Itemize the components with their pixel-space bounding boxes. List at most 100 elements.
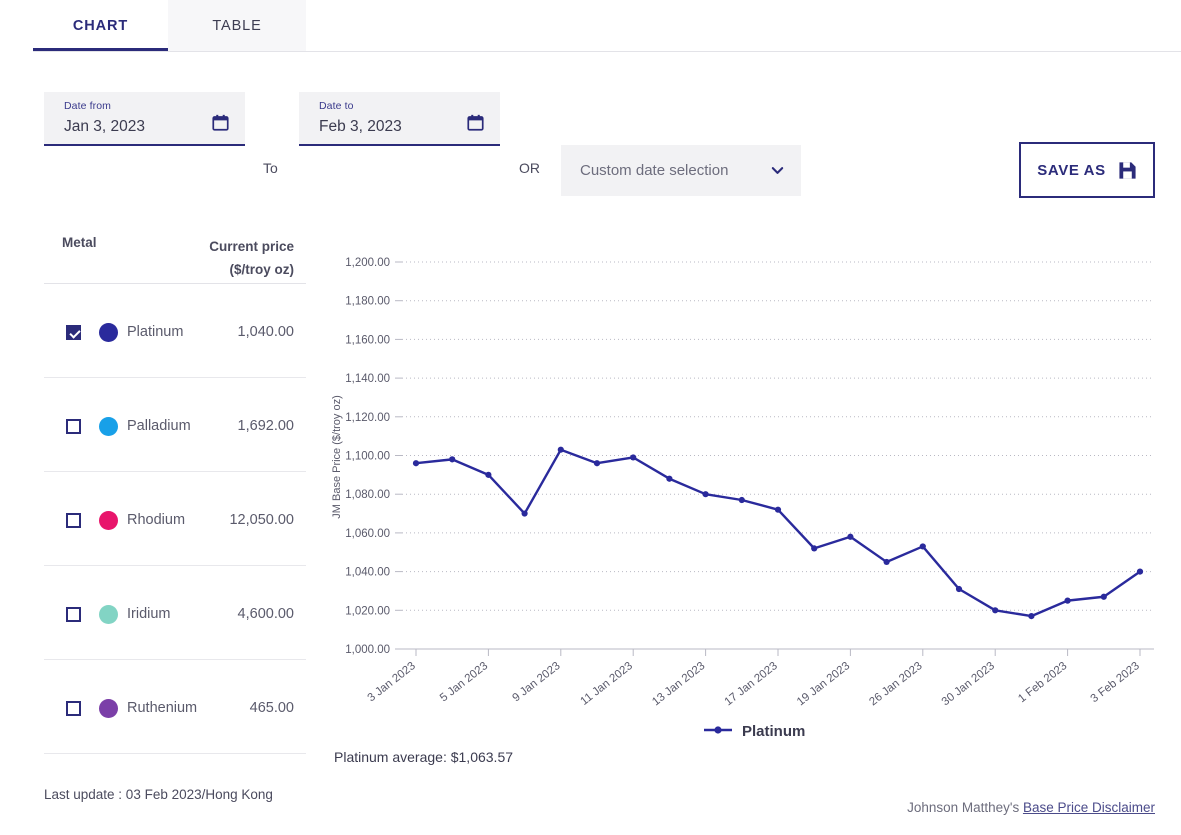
table-row[interactable]: Rhodium 12,050.00: [44, 472, 306, 566]
metal-checkbox-platinum[interactable]: [66, 325, 81, 340]
metal-table-header: Metal Current price ($/troy oz): [44, 212, 306, 284]
data-point-marker[interactable]: [1101, 594, 1107, 600]
date-to-label: Date to: [319, 100, 490, 113]
metal-current-price: 4,600.00: [238, 606, 294, 622]
x-axis-tick-label: 26 Jan 2023: [867, 660, 924, 708]
table-row[interactable]: Palladium 1,692.00: [44, 378, 306, 472]
data-point-marker[interactable]: [558, 447, 564, 453]
save-as-button[interactable]: SAVE AS: [1019, 142, 1155, 198]
table-row[interactable]: Iridium 4,600.00: [44, 566, 306, 660]
metal-checkbox-palladium[interactable]: [66, 419, 81, 434]
date-from-label: Date from: [64, 100, 235, 113]
tab-chart-label: CHART: [73, 18, 128, 34]
metal-current-price: 12,050.00: [229, 512, 294, 528]
disclaimer-prefix: Johnson Matthey's: [907, 800, 1023, 815]
tab-chart[interactable]: CHART: [33, 0, 168, 52]
x-axis-tick-label: 3 Feb 2023: [1089, 660, 1142, 705]
metal-color-swatch: [99, 417, 118, 436]
metal-checkbox-ruthenium[interactable]: [66, 701, 81, 716]
metal-name: Platinum: [127, 324, 183, 340]
data-point-marker[interactable]: [1137, 569, 1143, 575]
data-point-marker[interactable]: [666, 476, 672, 482]
tab-table-label: TABLE: [212, 18, 261, 34]
calendar-icon[interactable]: [467, 114, 484, 131]
data-point-marker[interactable]: [992, 607, 998, 613]
x-axis-tick-label: 13 Jan 2023: [650, 660, 707, 708]
y-axis-title: JM Base Price ($/troy oz): [331, 395, 343, 518]
custom-date-selection-dropdown[interactable]: Custom date selection: [561, 145, 801, 196]
y-axis-tick-label: 1,060.00: [345, 528, 390, 540]
metal-current-price: 1,692.00: [238, 418, 294, 434]
legend-label-platinum: Platinum: [742, 723, 805, 740]
data-point-marker[interactable]: [522, 510, 528, 516]
metal-checkbox-rhodium[interactable]: [66, 513, 81, 528]
calendar-icon[interactable]: [212, 114, 229, 131]
metal-color-swatch: [99, 511, 118, 530]
metal-selection-table: Metal Current price ($/troy oz) Platinum…: [44, 212, 306, 754]
data-point-marker[interactable]: [630, 454, 636, 460]
column-header-current-price-line1: Current price: [209, 235, 294, 258]
filter-bar: Date from Jan 3, 2023 To Date to Feb 3, …: [0, 52, 1181, 202]
metal-name: Ruthenium: [127, 700, 197, 716]
data-point-marker[interactable]: [1065, 598, 1071, 604]
data-point-marker[interactable]: [485, 472, 491, 478]
column-header-metal: Metal: [62, 235, 97, 250]
data-point-marker[interactable]: [775, 507, 781, 513]
data-point-marker[interactable]: [1028, 613, 1034, 619]
custom-date-selection-value: Custom date selection: [580, 162, 770, 179]
metal-name: Rhodium: [127, 512, 185, 528]
table-row[interactable]: Platinum 1,040.00: [44, 284, 306, 378]
metal-name: Palladium: [127, 418, 191, 434]
y-axis-tick-label: 1,120.00: [345, 412, 390, 424]
data-point-marker[interactable]: [703, 491, 709, 497]
x-axis-tick-label: 5 Jan 2023: [438, 660, 490, 705]
last-update-text: Last update : 03 Feb 2023/Hong Kong: [44, 787, 273, 802]
disclaimer: Johnson Matthey's Base Price Disclaimer: [907, 800, 1155, 815]
metal-current-price: 1,040.00: [238, 324, 294, 340]
data-point-marker[interactable]: [413, 460, 419, 466]
date-range-separator: To: [263, 160, 278, 176]
y-axis-tick-label: 1,080.00: [345, 489, 390, 501]
y-axis-tick-label: 1,180.00: [345, 296, 390, 308]
column-header-current-price-line2: ($/troy oz): [209, 258, 294, 281]
base-price-disclaimer-link[interactable]: Base Price Disclaimer: [1023, 800, 1155, 815]
data-point-marker[interactable]: [920, 543, 926, 549]
y-axis-tick-label: 1,040.00: [345, 567, 390, 579]
table-row[interactable]: Ruthenium465.00: [44, 660, 306, 754]
data-point-marker[interactable]: [847, 534, 853, 540]
save-as-label: SAVE AS: [1037, 162, 1105, 179]
metal-color-swatch: [99, 323, 118, 342]
x-axis-tick-label: 17 Jan 2023: [723, 660, 780, 708]
tab-active-indicator: [33, 48, 168, 51]
date-to-field[interactable]: Date to Feb 3, 2023: [299, 92, 500, 146]
chart-canvas: JM Base Price ($/troy oz) 1,200.00 1,180.0…: [306, 212, 1166, 772]
save-disk-icon: [1118, 161, 1137, 180]
metal-checkbox-iridium[interactable]: [66, 607, 81, 622]
data-point-marker[interactable]: [739, 497, 745, 503]
data-point-marker[interactable]: [449, 456, 455, 462]
x-axis-tick-label: 19 Jan 2023: [795, 660, 852, 708]
y-axis-tick-label: 1,020.00: [345, 605, 390, 617]
data-point-marker[interactable]: [884, 559, 890, 565]
y-axis-tick-label: 1,200.00: [345, 257, 390, 269]
tab-bar: CHART TABLE: [0, 0, 1181, 52]
price-chart: JM Base Price ($/troy oz) 1,200.00 1,180.0…: [306, 212, 1166, 772]
tab-table[interactable]: TABLE: [168, 0, 306, 52]
y-axis-tick-label: 1,000.00: [345, 644, 390, 656]
data-point-marker[interactable]: [811, 545, 817, 551]
data-point-marker[interactable]: [594, 460, 600, 466]
data-point-marker[interactable]: [956, 586, 962, 592]
legend-marker-swatch: [714, 726, 721, 733]
y-axis-tick-label: 1,140.00: [345, 373, 390, 385]
column-header-current-price: Current price ($/troy oz): [209, 235, 294, 281]
x-axis-tick-label: 11 Jan 2023: [578, 660, 635, 708]
metal-color-swatch: [99, 605, 118, 624]
x-axis-tick-label: 9 Jan 2023: [510, 660, 562, 705]
platinum-average-text: Platinum average: $1,063.57: [334, 749, 513, 765]
y-axis-tick-label: 1,160.00: [345, 334, 390, 346]
x-axis-tick-label: 1 Feb 2023: [1016, 660, 1069, 705]
date-from-field[interactable]: Date from Jan 3, 2023: [44, 92, 245, 146]
metal-name: Iridium: [127, 606, 171, 622]
chevron-down-icon[interactable]: [770, 163, 785, 178]
or-separator: OR: [519, 160, 540, 176]
